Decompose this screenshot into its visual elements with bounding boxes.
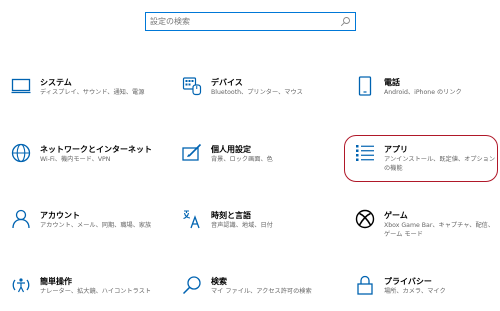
- tile-description: アカウント、メール、同期、職場、家族: [40, 222, 152, 229]
- tile-devices[interactable]: デバイス Bluetooth、プリンター、マウス: [182, 76, 332, 116]
- tile-gaming[interactable]: ゲーム Xbox Game Bar、キャプチャ、配信、ゲーム モード: [355, 209, 500, 249]
- tile-title: 電話: [384, 78, 400, 87]
- ease-of-access-icon: [11, 275, 31, 295]
- tile-accounts[interactable]: アカウント アカウント、メール、同期、職場、家族: [11, 209, 161, 249]
- tile-title: 簡単操作: [40, 277, 72, 286]
- tile-title: アカウント: [40, 211, 80, 220]
- tile-time-language[interactable]: 時刻と言語 音声認識、地域、日付: [182, 209, 332, 249]
- tile-search[interactable]: 検索 マイ ファイル、アクセス許可の検索: [182, 275, 332, 311]
- search-input[interactable]: [146, 14, 330, 29]
- tile-personalization[interactable]: 個人用設定 背景、ロック画面、色: [182, 143, 332, 183]
- tile-description: Android、iPhone のリンク: [384, 89, 462, 96]
- tile-privacy[interactable]: プライバシー 場所、カメラ、マイク: [355, 275, 500, 311]
- monitor-icon: [11, 76, 31, 96]
- tile-title: 個人用設定: [211, 145, 251, 154]
- time-language-icon: [182, 209, 202, 229]
- tile-title: システム: [40, 78, 72, 87]
- tile-description: アンインストール、既定値、オプションの機能: [384, 156, 496, 172]
- tile-description: 場所、カメラ、マイク: [384, 288, 446, 295]
- tile-description: 背景、ロック画面、色: [211, 156, 273, 163]
- tile-description: Xbox Game Bar、キャプチャ、配信、ゲーム モード: [384, 222, 495, 238]
- tile-title: アプリ: [384, 145, 408, 154]
- tile-title: 時刻と言語: [211, 211, 251, 220]
- xbox-icon: [355, 209, 375, 229]
- tile-title: デバイス: [211, 78, 243, 87]
- tile-description: ナレーター、拡大鏡、ハイコントラスト: [40, 288, 152, 295]
- tile-phone[interactable]: 電話 Android、iPhone のリンク: [355, 76, 500, 116]
- personalization-icon: [182, 143, 202, 163]
- apps-list-icon: [355, 143, 375, 163]
- person-icon: [11, 209, 31, 229]
- tile-title: プライバシー: [384, 277, 432, 286]
- tile-description: 音声認識、地域、日付: [211, 222, 273, 229]
- tile-description: Bluetooth、プリンター、マウス: [211, 89, 303, 96]
- tile-description: マイ ファイル、アクセス許可の検索: [211, 288, 312, 295]
- tile-network[interactable]: ネットワークとインターネット Wi-Fi、機内モード、VPN: [11, 143, 161, 183]
- tile-description: Wi-Fi、機内モード、VPN: [40, 156, 111, 163]
- tile-system[interactable]: システム ディスプレイ、サウンド、通知、電源: [11, 76, 161, 116]
- lock-icon: [355, 275, 375, 295]
- tile-title: ゲーム: [384, 211, 408, 220]
- devices-icon: [182, 76, 202, 96]
- settings-search-box[interactable]: [145, 12, 356, 31]
- tile-title: 検索: [211, 277, 227, 286]
- search-icon: [182, 275, 202, 295]
- tile-title: ネットワークとインターネット: [40, 145, 152, 154]
- settings-home: システム ディスプレイ、サウンド、通知、電源 デバイス Bluetooth、プリ…: [0, 0, 500, 311]
- globe-icon: [11, 143, 31, 163]
- tile-apps[interactable]: アプリ アンインストール、既定値、オプションの機能: [355, 143, 500, 183]
- search-icon[interactable]: [340, 16, 351, 27]
- tile-description: ディスプレイ、サウンド、通知、電源: [40, 89, 145, 96]
- phone-icon: [355, 76, 375, 96]
- tile-ease-of-access[interactable]: 簡単操作 ナレーター、拡大鏡、ハイコントラスト: [11, 275, 161, 311]
